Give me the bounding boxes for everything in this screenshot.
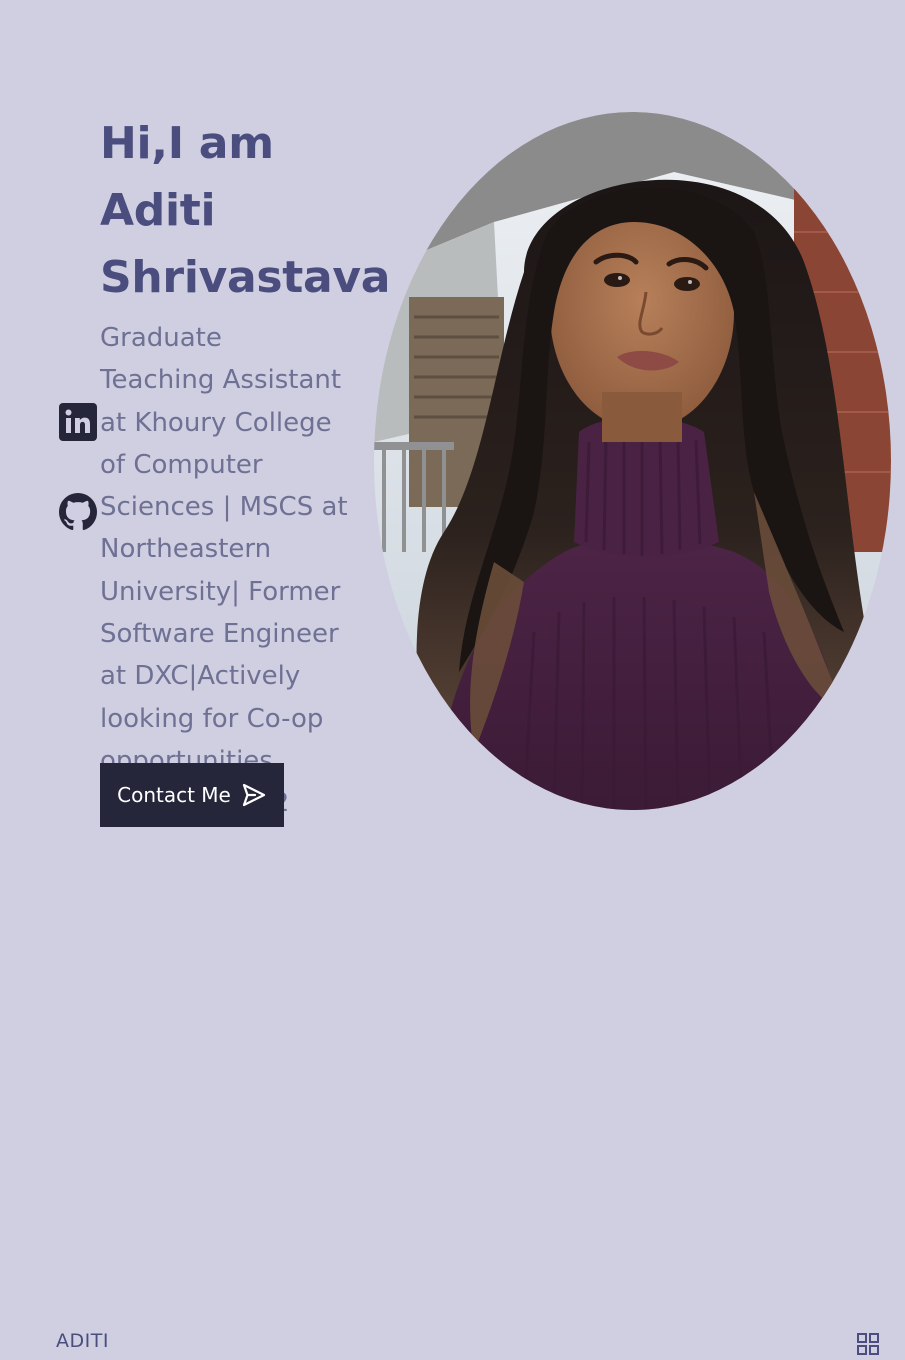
- linkedin-icon: [59, 403, 97, 441]
- send-icon: [242, 783, 265, 807]
- github-icon: [59, 493, 97, 531]
- footer-logo[interactable]: ADITI: [56, 1330, 109, 1352]
- contact-me-button[interactable]: Contact Me: [100, 763, 284, 827]
- hero-title: Hi,I am Aditi Shrivastava: [100, 118, 391, 303]
- github-link[interactable]: [59, 493, 97, 531]
- profile-photo: [374, 112, 891, 810]
- hero-subtitle: Graduate Teaching Assistant at Khoury Co…: [100, 323, 348, 818]
- contact-me-label: Contact Me: [117, 783, 231, 807]
- hero-text: Hi,I am Aditi Shrivastava Graduate Teach…: [100, 110, 391, 825]
- grid-menu-icon[interactable]: [857, 1333, 879, 1355]
- linkedin-link[interactable]: [59, 403, 97, 441]
